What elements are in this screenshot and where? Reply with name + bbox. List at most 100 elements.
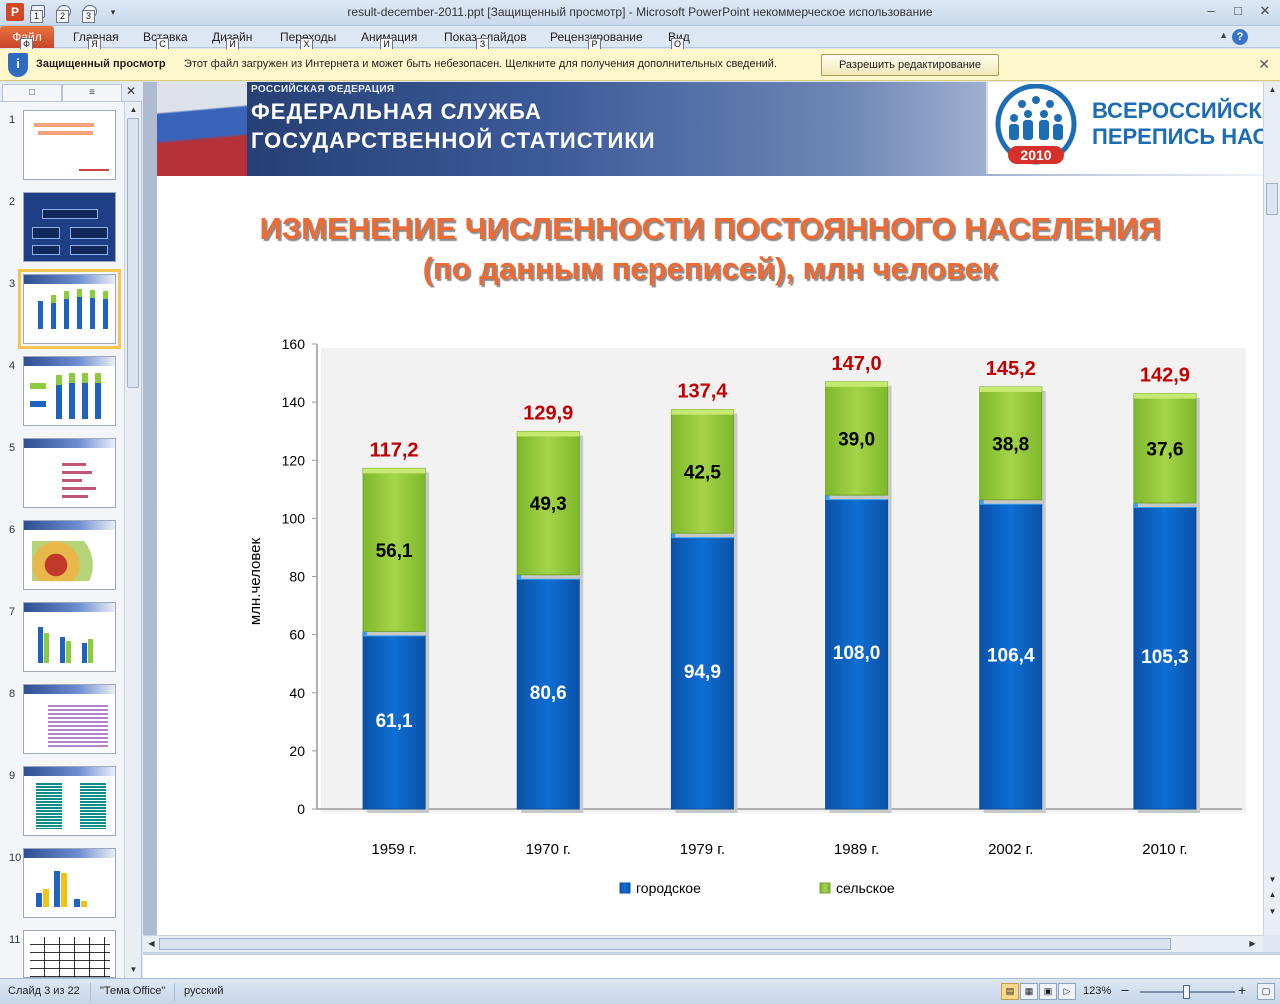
- scroll-down-icon[interactable]: ▼: [125, 962, 142, 978]
- scroll-up-icon[interactable]: ▲: [125, 102, 142, 118]
- bar-top-face: [1133, 393, 1196, 399]
- slide-sorter-view-icon[interactable]: ▦: [1020, 983, 1038, 1000]
- slide-thumbnail[interactable]: [23, 192, 116, 262]
- thumb-box: [30, 401, 46, 407]
- y-tick-label: 80: [289, 569, 305, 585]
- slide-thumbnail-pane: □ ≡ ✕ 1 2 3 4 5 6 7 8 9 10 11 ▲ ▼: [0, 82, 142, 978]
- thumb-number: 4: [9, 360, 16, 372]
- data-label-rural: 38,8: [992, 434, 1029, 455]
- x-tick-label: 1979 г.: [680, 841, 725, 858]
- data-label-rural: 49,3: [530, 494, 567, 515]
- tab-outline[interactable]: ≡: [62, 84, 122, 101]
- slide-thumbnail-selected[interactable]: [18, 269, 121, 349]
- slide-thumbnail[interactable]: [23, 602, 116, 672]
- slide-horizontal-scrollbar[interactable]: ◀ ▶: [143, 935, 1263, 952]
- thumbnail-scroll-thumb[interactable]: [127, 118, 139, 388]
- thumb-box: [32, 245, 60, 255]
- minimize-button[interactable]: –: [1198, 1, 1224, 21]
- y-tick-label: 60: [289, 627, 305, 643]
- language-indicator[interactable]: русский: [184, 985, 223, 997]
- thumb-banner: [24, 767, 115, 776]
- reading-view-icon[interactable]: ▣: [1039, 983, 1057, 1000]
- close-pane-icon[interactable]: ✕: [126, 84, 136, 98]
- bar-top-face: [363, 468, 426, 474]
- title-bar: P 1 2 3 ▾ result-december-2011.ppt [Защи…: [0, 0, 1280, 26]
- data-label-urban: 80,6: [530, 683, 567, 704]
- y-tick-label: 120: [282, 452, 306, 468]
- vertical-scroll-thumb[interactable]: [1266, 183, 1278, 215]
- thumb-banner: [24, 603, 115, 612]
- thumb-bar: [44, 633, 49, 663]
- scroll-left-icon[interactable]: ◀: [143, 936, 160, 952]
- slide-vertical-scrollbar[interactable]: ▲ ▼ ▲ ▼: [1263, 82, 1280, 935]
- slide-thumbnail[interactable]: [23, 684, 116, 754]
- scroll-up-icon[interactable]: ▲: [1264, 82, 1280, 98]
- close-message-bar-icon[interactable]: ✕: [1258, 56, 1270, 73]
- thumb-bar: [38, 301, 43, 329]
- thumb-bar: [82, 373, 88, 419]
- scroll-down-icon[interactable]: ▼: [1264, 872, 1280, 888]
- total-label: 145,2: [986, 358, 1036, 380]
- maximize-button[interactable]: □: [1225, 1, 1251, 21]
- thumb-number: 8: [9, 688, 16, 700]
- data-label-urban: 61,1: [376, 711, 413, 732]
- zoom-level[interactable]: 123%: [1083, 985, 1111, 997]
- protected-view-message[interactable]: Этот файл загружен из Интернета и может …: [184, 58, 777, 70]
- population-stacked-bar-chart[interactable]: 0 20 40 60 80 100 120 140 160 млн.человек 61,1 56,1…: [157, 82, 1263, 935]
- slide-thumbnail[interactable]: [23, 356, 116, 426]
- slide-thumbnail[interactable]: [23, 930, 116, 978]
- slideshow-view-icon[interactable]: ▷: [1058, 983, 1076, 1000]
- thumb-line: [34, 123, 94, 127]
- data-label-urban: 105,3: [1141, 647, 1189, 668]
- thumb-bar: [54, 871, 60, 907]
- zoom-in-button[interactable]: +: [1238, 982, 1246, 998]
- total-label: 137,4: [677, 381, 728, 403]
- thumb-box: [30, 383, 46, 389]
- thumb-bar: [82, 643, 87, 663]
- y-tick-label: 140: [282, 394, 306, 410]
- fit-slide-icon[interactable]: ▢: [1257, 983, 1275, 1000]
- slide-thumbnail[interactable]: [23, 766, 116, 836]
- slide-canvas[interactable]: РОССИЙСКАЯ ФЕДЕРАЦИЯ ФЕДЕРАЛЬНАЯ СЛУЖБА …: [157, 82, 1263, 935]
- thumb-banner: [24, 357, 115, 366]
- legend-swatch-rural: [819, 882, 831, 894]
- minimize-ribbon-icon[interactable]: ▲: [1219, 30, 1228, 40]
- x-tick-label: 1959 г.: [371, 841, 416, 858]
- slide-thumbnail[interactable]: [23, 520, 116, 590]
- thumb-bar: [77, 289, 82, 329]
- close-window-button[interactable]: ✕: [1252, 1, 1278, 21]
- thumb-number: 2: [9, 196, 16, 208]
- previous-slide-icon[interactable]: ▲: [1264, 887, 1280, 903]
- notes-pane[interactable]: [143, 952, 1280, 978]
- window-title: result-december-2011.ppt [Защищенный про…: [347, 5, 933, 19]
- normal-view-icon[interactable]: ▤: [1001, 983, 1019, 1000]
- thumb-bar: [103, 291, 108, 329]
- next-slide-icon[interactable]: ▼: [1264, 904, 1280, 920]
- slide-thumbnail[interactable]: [23, 438, 116, 508]
- slide-thumbnail[interactable]: [23, 848, 116, 918]
- help-icon[interactable]: ?: [1232, 29, 1248, 45]
- thumb-map: [32, 541, 112, 581]
- x-tick-label: 2002 г.: [988, 841, 1033, 858]
- zoom-out-button[interactable]: −: [1121, 982, 1129, 998]
- thumb-box: [70, 245, 108, 255]
- ribbon-tab-bar: Файл Ф Главная Я Вставка С Дизайн Й Пере…: [0, 26, 1280, 51]
- thumb-bar: [88, 639, 93, 663]
- slide-thumbnail[interactable]: [23, 110, 116, 180]
- zoom-slider-thumb[interactable]: [1183, 985, 1190, 999]
- thumb-banner: [24, 849, 115, 858]
- thumb-line: [62, 463, 86, 466]
- data-label-rural: 39,0: [838, 429, 875, 450]
- shield-info-icon: i: [8, 53, 28, 77]
- thumb-line: [38, 131, 93, 135]
- y-tick-label: 100: [282, 510, 306, 526]
- total-label: 117,2: [370, 439, 419, 461]
- tab-slides[interactable]: □: [2, 84, 62, 101]
- horizontal-scroll-thumb[interactable]: [159, 938, 1171, 950]
- scroll-right-icon[interactable]: ▶: [1244, 936, 1261, 952]
- thumb-bar: [95, 373, 101, 419]
- thumbnail-scrollbar[interactable]: ▲ ▼: [124, 102, 141, 978]
- enable-editing-button[interactable]: Разрешить редактирование: [821, 54, 999, 76]
- x-tick-label: 2010 г.: [1142, 841, 1187, 858]
- y-tick-label: 0: [297, 801, 305, 817]
